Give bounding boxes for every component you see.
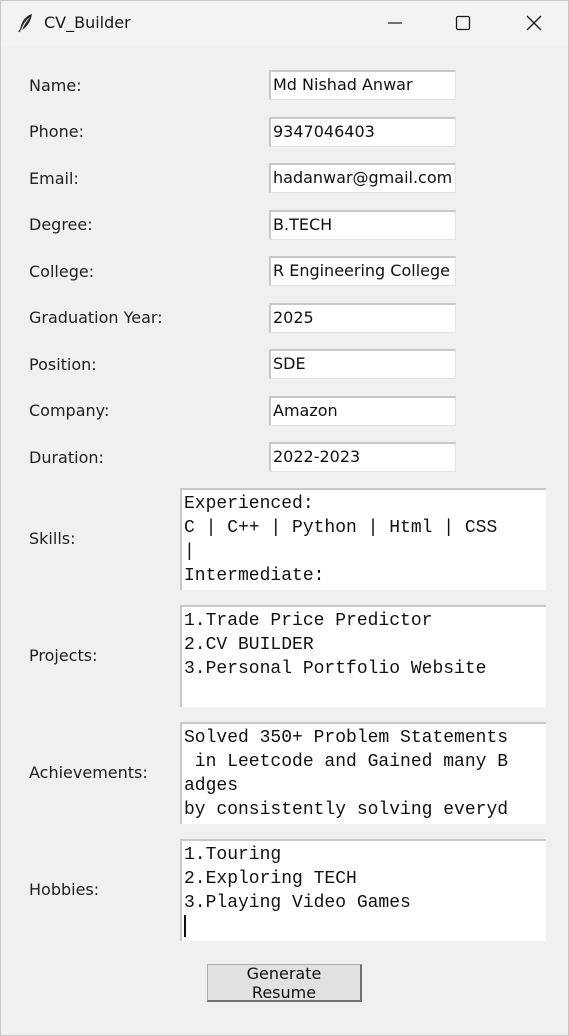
company-label: Company:: [29, 401, 110, 420]
college-field[interactable]: R Engineering College: [269, 256, 456, 286]
skills-line: Experienced:: [184, 494, 314, 514]
phone-field[interactable]: 9347046403: [269, 117, 456, 147]
company-field[interactable]: Amazon: [269, 396, 456, 426]
achievements-line: adges: [184, 776, 239, 796]
projects-label: Projects:: [29, 646, 98, 665]
projects-line: 3.Personal Portfolio Website: [184, 659, 487, 679]
title-bar[interactable]: CV_Builder: [1, 1, 568, 45]
window-title: CV_Builder: [44, 13, 131, 32]
name-label: Name:: [29, 76, 82, 95]
skills-line: |: [184, 542, 195, 562]
hobbies-line: [184, 915, 546, 939]
text-cursor: [184, 915, 186, 937]
skills-label: Skills:: [29, 529, 76, 548]
maximize-button[interactable]: [440, 1, 486, 45]
position-field[interactable]: SDE: [269, 349, 456, 379]
achievements-textarea[interactable]: Solved 350+ Problem Statements in Leetco…: [180, 722, 546, 824]
feather-icon: [17, 13, 35, 33]
achievements-label: Achievements:: [29, 763, 148, 782]
close-icon: [526, 15, 542, 31]
name-field[interactable]: Md Nishad Anwar: [269, 70, 456, 100]
phone-label: Phone:: [29, 122, 84, 141]
email-label: Email:: [29, 169, 79, 188]
projects-textarea[interactable]: 1.Trade Price Predictor 2.CV BUILDER 3.P…: [180, 605, 546, 707]
achievements-line: by consistently solving everyd: [184, 800, 509, 820]
skills-line: C | C++ | Python | Html | CSS: [184, 518, 498, 538]
close-button[interactable]: [511, 1, 557, 45]
duration-field[interactable]: 2022-2023: [269, 442, 456, 472]
degree-label: Degree:: [29, 215, 93, 234]
projects-line: 2.CV BUILDER: [184, 635, 314, 655]
hobbies-line: 2.Exploring TECH: [184, 869, 357, 889]
achievements-line: in Leetcode and Gained many B: [184, 752, 509, 772]
position-label: Position:: [29, 355, 97, 374]
achievements-line: Solved 350+ Problem Statements: [184, 728, 509, 748]
skills-textarea[interactable]: Experienced: C | C++ | Python | Html | C…: [180, 488, 546, 590]
minimize-button[interactable]: [372, 1, 418, 45]
hobbies-line: 1.Touring: [184, 845, 282, 865]
skills-line: Intermediate:: [184, 566, 325, 586]
generate-resume-button[interactable]: Generate Resume: [207, 964, 362, 1002]
duration-label: Duration:: [29, 448, 104, 467]
minimize-icon: [388, 22, 402, 24]
college-label: College:: [29, 262, 95, 281]
hobbies-label: Hobbies:: [29, 880, 100, 899]
graduation-year-field[interactable]: 2025: [269, 303, 456, 333]
cv-builder-window: CV_Builder Name: Md Nishad Anwar Phone: …: [0, 0, 569, 1036]
degree-field[interactable]: B.TECH: [269, 210, 456, 240]
email-field[interactable]: hadanwar@gmail.com: [269, 163, 456, 193]
maximize-icon: [455, 15, 471, 31]
graduation-year-label: Graduation Year:: [29, 308, 163, 327]
projects-line: 1.Trade Price Predictor: [184, 611, 433, 631]
hobbies-textarea[interactable]: 1.Touring 2.Exploring TECH 3.Playing Vid…: [180, 839, 546, 941]
hobbies-line: 3.Playing Video Games: [184, 893, 411, 913]
